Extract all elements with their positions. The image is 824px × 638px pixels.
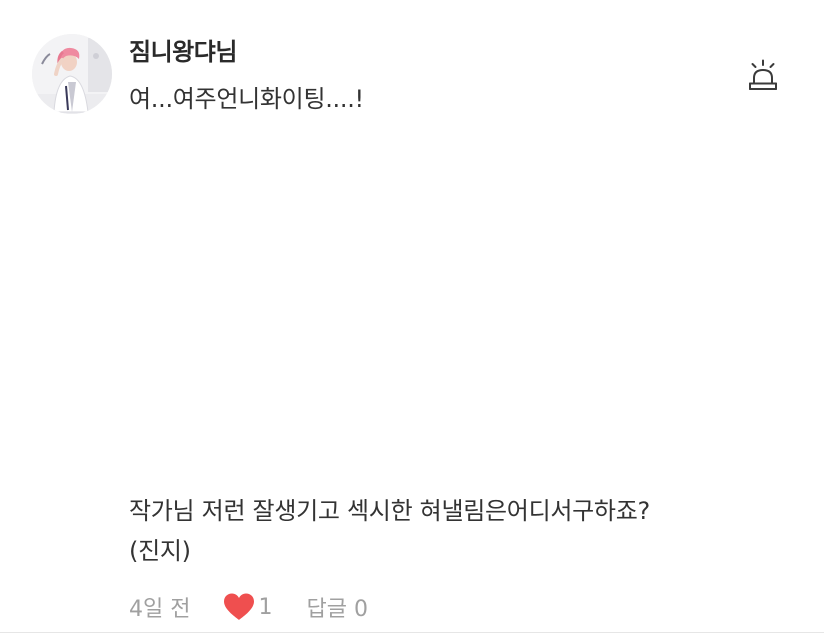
- reply-button[interactable]: 답글 0: [306, 591, 367, 623]
- comment-body-line: 작가님 저런 잘생기고 섹시한 혀낼림은어디서구하죠?: [129, 497, 650, 525]
- comment-item: 짐니왕댜님 여...여주언니화이팅....! 작가님 저런 잘생기고 섹시한 혀…: [0, 0, 824, 638]
- like-button[interactable]: 1: [222, 592, 272, 622]
- divider: [0, 632, 824, 633]
- report-button[interactable]: [742, 56, 784, 96]
- timestamp: 4일 전: [129, 597, 191, 622]
- reply-label: 답글: [306, 597, 347, 622]
- heart-icon: [224, 593, 255, 620]
- comment-first-line: 여...여주언니화이팅....!: [129, 85, 364, 113]
- comment-body-line: (진지): [129, 537, 191, 565]
- username[interactable]: 짐니왕댜님: [129, 32, 237, 67]
- avatar-image: [32, 34, 112, 114]
- like-count: 1: [258, 594, 273, 620]
- reply-count: 0: [353, 597, 368, 622]
- comment-meta: 4일 전 1 답글 0: [129, 590, 368, 624]
- siren-icon: [749, 59, 777, 90]
- comment-body: 작가님 저런 잘생기고 섹시한 혀낼림은어디서구하죠? (진지): [129, 491, 769, 571]
- avatar[interactable]: [32, 34, 112, 114]
